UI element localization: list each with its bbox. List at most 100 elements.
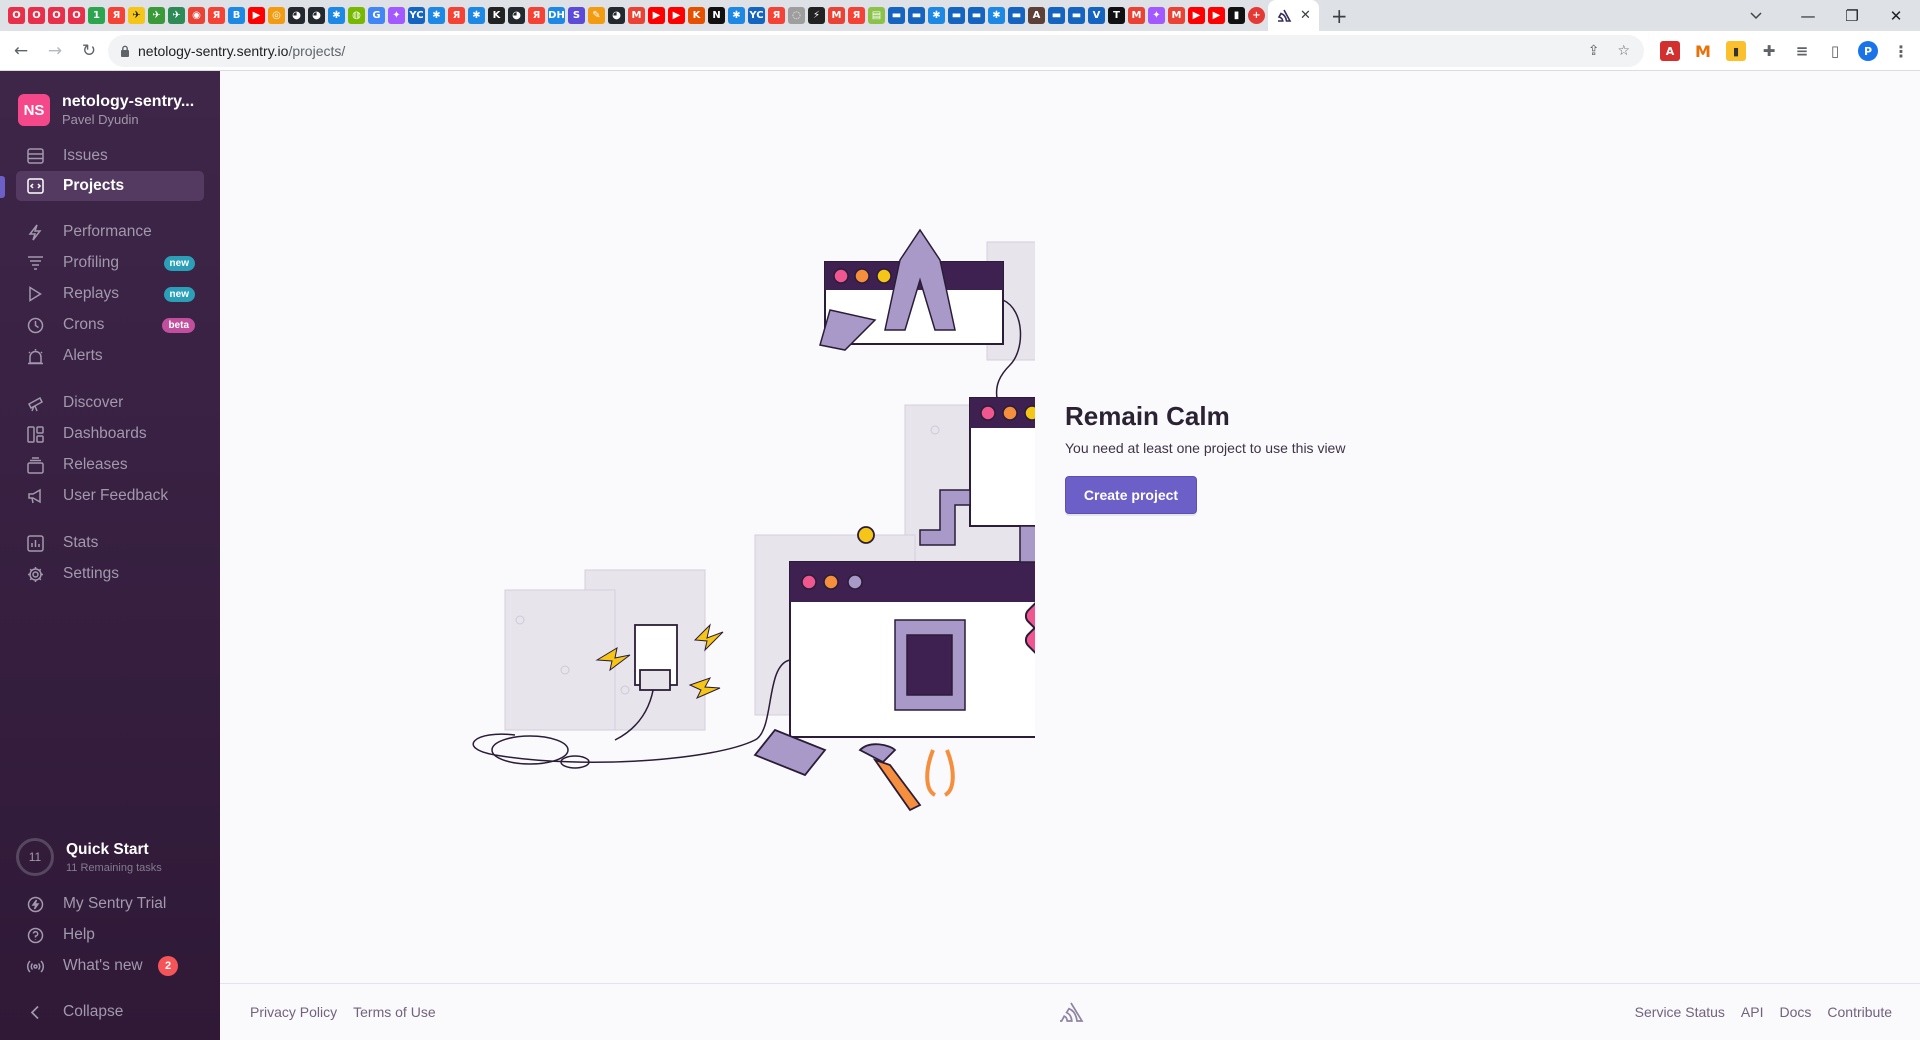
app-icon[interactable]: YC bbox=[408, 7, 425, 24]
figma-icon[interactable]: ✦ bbox=[1148, 7, 1165, 24]
extension-icon[interactable]: M bbox=[1693, 41, 1713, 61]
acrobat-extension-icon[interactable]: A bbox=[1660, 41, 1680, 61]
sidebar-item-stats[interactable]: Stats bbox=[16, 528, 204, 558]
sidebar-item-alerts[interactable]: Alerts bbox=[16, 341, 204, 371]
yandex-icon[interactable]: Я bbox=[208, 7, 225, 24]
back-button[interactable]: ← bbox=[4, 34, 38, 68]
youtube-icon[interactable]: ▶ bbox=[248, 7, 265, 24]
app-icon[interactable]: ▬ bbox=[1048, 7, 1065, 24]
sidebar-item-discover[interactable]: Discover bbox=[16, 388, 204, 418]
gmail-icon[interactable]: M bbox=[1128, 7, 1145, 24]
github-icon[interactable]: ◕ bbox=[308, 7, 325, 24]
app-icon[interactable]: ✱ bbox=[728, 7, 745, 24]
opera-icon[interactable]: O bbox=[68, 7, 85, 24]
app-icon[interactable]: T bbox=[1108, 7, 1125, 24]
quick-start[interactable]: 11 Quick Start 11 Remaining tasks bbox=[16, 838, 162, 876]
app-icon[interactable]: N bbox=[708, 7, 725, 24]
maps-pin-icon[interactable]: ◉ bbox=[188, 7, 205, 24]
app-icon[interactable]: ▬ bbox=[948, 7, 965, 24]
app-icon[interactable]: ✎ bbox=[588, 7, 605, 24]
org-switcher[interactable]: NS netology-sentry... Pavel Dyudin bbox=[18, 93, 204, 127]
app-icon[interactable]: ▬ bbox=[1008, 7, 1025, 24]
create-project-button[interactable]: Create project bbox=[1065, 476, 1197, 514]
sidebar-item-issues[interactable]: Issues bbox=[16, 141, 204, 171]
app-icon[interactable]: ◎ bbox=[268, 7, 285, 24]
active-tab[interactable]: ✕ bbox=[1268, 0, 1319, 31]
youtube-icon[interactable]: ▶ bbox=[648, 7, 665, 24]
app-icon[interactable]: V bbox=[1088, 7, 1105, 24]
app-icon[interactable]: K bbox=[488, 7, 505, 24]
minimize-button[interactable]: — bbox=[1786, 0, 1830, 31]
puzzle-extensions-icon[interactable]: ✚ bbox=[1759, 41, 1779, 61]
app-icon[interactable]: ▬ bbox=[888, 7, 905, 24]
sidebar-item-profiling[interactable]: Profiling new bbox=[16, 248, 204, 278]
yandex-icon[interactable]: Я bbox=[848, 7, 865, 24]
bookmark-star-icon[interactable]: ☆ bbox=[1617, 43, 1630, 59]
sidebar-item-crons[interactable]: Crons beta bbox=[16, 310, 204, 340]
app-icon[interactable]: ⚡ bbox=[808, 7, 825, 24]
github-icon[interactable]: ◕ bbox=[608, 7, 625, 24]
side-panel-icon[interactable]: ▯ bbox=[1825, 41, 1845, 61]
google-icon[interactable]: G bbox=[368, 7, 385, 24]
contribute-link[interactable]: Contribute bbox=[1827, 1004, 1892, 1020]
sidebar-item-replays[interactable]: Replays new bbox=[16, 279, 204, 309]
github-icon[interactable]: ◕ bbox=[508, 7, 525, 24]
app-icon[interactable]: ✱ bbox=[328, 7, 345, 24]
app-icon[interactable]: ▬ bbox=[968, 7, 985, 24]
gmail-icon[interactable]: M bbox=[828, 7, 845, 24]
app-icon[interactable]: ✱ bbox=[928, 7, 945, 24]
sidebar-item-help[interactable]: Help bbox=[16, 920, 204, 950]
opera-icon[interactable]: O bbox=[48, 7, 65, 24]
sidebar-item-user-feedback[interactable]: User Feedback bbox=[16, 481, 204, 511]
docs-link[interactable]: Docs bbox=[1780, 1004, 1812, 1020]
app-icon[interactable]: ✱ bbox=[468, 7, 485, 24]
opera-icon[interactable]: O bbox=[8, 7, 25, 24]
sidebar-item-my-sentry-trial[interactable]: My Sentry Trial bbox=[16, 889, 204, 919]
sidebar-item-settings[interactable]: Settings bbox=[16, 559, 204, 589]
sidebar-item-releases[interactable]: Releases bbox=[16, 450, 204, 480]
app-icon[interactable]: + bbox=[1248, 7, 1265, 24]
app-icon[interactable]: S bbox=[568, 7, 585, 24]
profile-avatar[interactable]: P bbox=[1858, 41, 1878, 61]
yandex-icon[interactable]: Я bbox=[768, 7, 785, 24]
new-tab-button[interactable]: + bbox=[1331, 4, 1348, 28]
yandex-icon[interactable]: Я bbox=[448, 7, 465, 24]
terms-of-use-link[interactable]: Terms of Use bbox=[353, 1004, 435, 1020]
app-icon[interactable]: ✱ bbox=[988, 7, 1005, 24]
app-icon[interactable]: ◌ bbox=[788, 7, 805, 24]
sidebar-collapse-button[interactable]: Collapse bbox=[16, 997, 204, 1027]
plane-icon[interactable]: ✈ bbox=[148, 7, 165, 24]
yandex-icon[interactable]: Я bbox=[528, 7, 545, 24]
app-icon[interactable]: ▤ bbox=[868, 7, 885, 24]
gmail-icon[interactable]: M bbox=[628, 7, 645, 24]
address-bar[interactable]: netology-sentry.sentry.io/projects/ ⇪ ☆ bbox=[108, 35, 1644, 67]
tab-search-icon[interactable] bbox=[1734, 0, 1778, 31]
api-link[interactable]: API bbox=[1741, 1004, 1764, 1020]
gmail-icon[interactable]: M bbox=[1168, 7, 1185, 24]
youtube-icon[interactable]: ▶ bbox=[1188, 7, 1205, 24]
app-icon[interactable]: ◍ bbox=[348, 7, 365, 24]
restore-button[interactable]: ❐ bbox=[1830, 0, 1874, 31]
opera-icon[interactable]: O bbox=[28, 7, 45, 24]
tab-close-icon[interactable]: ✕ bbox=[1300, 8, 1311, 23]
app-icon[interactable]: K bbox=[688, 7, 705, 24]
app-icon[interactable]: ▮ bbox=[1228, 7, 1245, 24]
sidebar-item-performance[interactable]: Performance bbox=[16, 217, 204, 247]
youtube-icon[interactable]: ▶ bbox=[1208, 7, 1225, 24]
app-icon[interactable]: 1 bbox=[88, 7, 105, 24]
app-icon[interactable]: YC bbox=[748, 7, 765, 24]
close-window-button[interactable]: ✕ bbox=[1874, 0, 1918, 31]
sidebar-item-projects[interactable]: Projects bbox=[16, 171, 204, 201]
figma-icon[interactable]: ✦ bbox=[388, 7, 405, 24]
sidebar-item-dashboards[interactable]: Dashboards bbox=[16, 419, 204, 449]
app-icon[interactable]: A bbox=[1028, 7, 1045, 24]
forward-button[interactable]: → bbox=[38, 34, 72, 68]
youtube-icon[interactable]: ▶ bbox=[668, 7, 685, 24]
sidebar-item-whats-new[interactable]: What's new 2 bbox=[16, 951, 204, 981]
extension-icon[interactable]: ▮ bbox=[1726, 41, 1746, 61]
app-icon[interactable]: DH bbox=[548, 7, 565, 24]
yandex-icon[interactable]: Я bbox=[108, 7, 125, 24]
app-icon[interactable]: ▬ bbox=[1068, 7, 1085, 24]
reload-button[interactable]: ↻ bbox=[72, 34, 106, 68]
browser-menu-icon[interactable]: ⋮ bbox=[1891, 41, 1911, 61]
